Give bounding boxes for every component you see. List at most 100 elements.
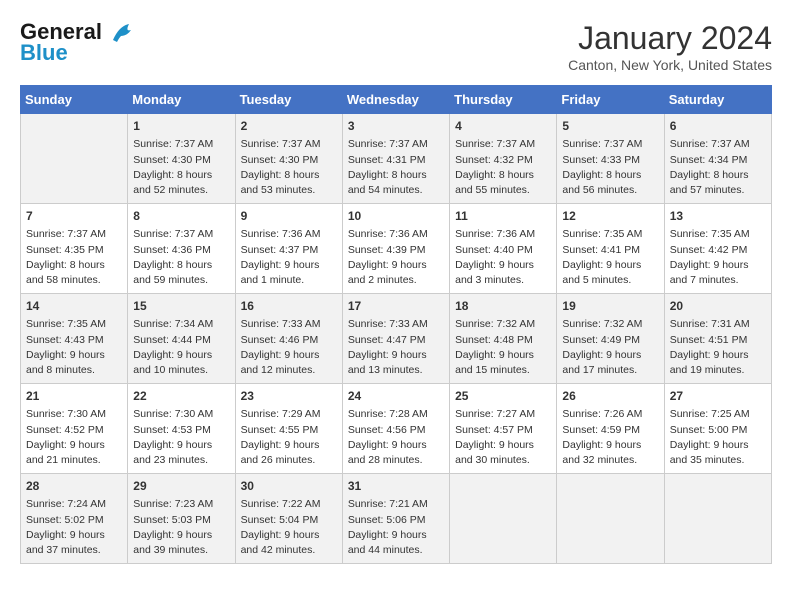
calendar-week-row: 1 Sunrise: 7:37 AM Sunset: 4:30 PM Daylig… (21, 114, 772, 204)
logo: General Blue (20, 20, 137, 66)
day-info: Sunrise: 7:21 AM Sunset: 5:06 PM Dayligh… (348, 497, 444, 558)
day-number: 26 (562, 388, 658, 405)
calendar-cell: 17 Sunrise: 7:33 AM Sunset: 4:47 PM Dayli… (342, 294, 449, 384)
day-info: Sunrise: 7:37 AM Sunset: 4:36 PM Dayligh… (133, 227, 229, 288)
day-info: Sunrise: 7:32 AM Sunset: 4:49 PM Dayligh… (562, 317, 658, 378)
calendar-cell: 10 Sunrise: 7:36 AM Sunset: 4:39 PM Dayli… (342, 204, 449, 294)
day-info: Sunrise: 7:33 AM Sunset: 4:47 PM Dayligh… (348, 317, 444, 378)
day-number: 14 (26, 298, 122, 315)
day-number: 1 (133, 118, 229, 135)
day-number: 6 (670, 118, 766, 135)
day-info: Sunrise: 7:34 AM Sunset: 4:44 PM Dayligh… (133, 317, 229, 378)
day-info: Sunrise: 7:37 AM Sunset: 4:34 PM Dayligh… (670, 137, 766, 198)
day-info: Sunrise: 7:24 AM Sunset: 5:02 PM Dayligh… (26, 497, 122, 558)
calendar-cell: 5 Sunrise: 7:37 AM Sunset: 4:33 PM Daylig… (557, 114, 664, 204)
calendar-cell: 13 Sunrise: 7:35 AM Sunset: 4:42 PM Dayli… (664, 204, 771, 294)
day-number: 18 (455, 298, 551, 315)
day-info: Sunrise: 7:30 AM Sunset: 4:53 PM Dayligh… (133, 407, 229, 468)
calendar-week-row: 21 Sunrise: 7:30 AM Sunset: 4:52 PM Dayli… (21, 384, 772, 474)
calendar-cell: 14 Sunrise: 7:35 AM Sunset: 4:43 PM Dayli… (21, 294, 128, 384)
day-info: Sunrise: 7:37 AM Sunset: 4:31 PM Dayligh… (348, 137, 444, 198)
weekday-header-saturday: Saturday (664, 86, 771, 114)
calendar-cell: 8 Sunrise: 7:37 AM Sunset: 4:36 PM Daylig… (128, 204, 235, 294)
day-number: 25 (455, 388, 551, 405)
day-info: Sunrise: 7:37 AM Sunset: 4:30 PM Dayligh… (133, 137, 229, 198)
calendar-cell: 29Sunrise: 7:23 AM Sunset: 5:03 PM Dayli… (128, 474, 235, 564)
calendar-cell: 28 Sunrise: 7:24 AM Sunset: 5:02 PM Dayli… (21, 474, 128, 564)
calendar-table: SundayMondayTuesdayWednesdayThursdayFrid… (20, 85, 772, 564)
day-number: 29 (133, 478, 229, 495)
calendar-cell: 20Sunrise: 7:31 AM Sunset: 4:51 PM Dayli… (664, 294, 771, 384)
weekday-header-row: SundayMondayTuesdayWednesdayThursdayFrid… (21, 86, 772, 114)
day-info: Sunrise: 7:35 AM Sunset: 4:42 PM Dayligh… (670, 227, 766, 288)
day-info: Sunrise: 7:35 AM Sunset: 4:41 PM Dayligh… (562, 227, 658, 288)
calendar-cell: 24Sunrise: 7:28 AM Sunset: 4:56 PM Dayli… (342, 384, 449, 474)
day-number: 23 (241, 388, 337, 405)
calendar-cell: 3Sunrise: 7:37 AM Sunset: 4:31 PM Daylig… (342, 114, 449, 204)
weekday-header-sunday: Sunday (21, 86, 128, 114)
day-info: Sunrise: 7:37 AM Sunset: 4:35 PM Dayligh… (26, 227, 122, 288)
calendar-cell: 31 Sunrise: 7:21 AM Sunset: 5:06 PM Dayli… (342, 474, 449, 564)
calendar-cell: 12 Sunrise: 7:35 AM Sunset: 4:41 PM Dayli… (557, 204, 664, 294)
calendar-cell: 15 Sunrise: 7:34 AM Sunset: 4:44 PM Dayli… (128, 294, 235, 384)
day-info: Sunrise: 7:37 AM Sunset: 4:30 PM Dayligh… (241, 137, 337, 198)
day-info: Sunrise: 7:37 AM Sunset: 4:33 PM Dayligh… (562, 137, 658, 198)
calendar-cell (21, 114, 128, 204)
calendar-subtitle: Canton, New York, United States (568, 57, 772, 73)
calendar-cell (450, 474, 557, 564)
calendar-week-row: 7 Sunrise: 7:37 AM Sunset: 4:35 PM Daylig… (21, 204, 772, 294)
day-info: Sunrise: 7:32 AM Sunset: 4:48 PM Dayligh… (455, 317, 551, 378)
weekday-header-friday: Friday (557, 86, 664, 114)
day-number: 8 (133, 208, 229, 225)
calendar-cell: 4Sunrise: 7:37 AM Sunset: 4:32 PM Daylig… (450, 114, 557, 204)
day-info: Sunrise: 7:36 AM Sunset: 4:37 PM Dayligh… (241, 227, 337, 288)
day-info: Sunrise: 7:27 AM Sunset: 4:57 PM Dayligh… (455, 407, 551, 468)
day-info: Sunrise: 7:26 AM Sunset: 4:59 PM Dayligh… (562, 407, 658, 468)
calendar-cell: 23Sunrise: 7:29 AM Sunset: 4:55 PM Dayli… (235, 384, 342, 474)
calendar-title: January 2024 (568, 20, 772, 57)
calendar-week-row: 28 Sunrise: 7:24 AM Sunset: 5:02 PM Dayli… (21, 474, 772, 564)
day-number: 24 (348, 388, 444, 405)
day-number: 5 (562, 118, 658, 135)
calendar-cell (557, 474, 664, 564)
day-number: 27 (670, 388, 766, 405)
day-info: Sunrise: 7:22 AM Sunset: 5:04 PM Dayligh… (241, 497, 337, 558)
day-number: 20 (670, 298, 766, 315)
calendar-cell: 11 Sunrise: 7:36 AM Sunset: 4:40 PM Dayli… (450, 204, 557, 294)
day-number: 16 (241, 298, 337, 315)
weekday-header-monday: Monday (128, 86, 235, 114)
calendar-cell: 30Sunrise: 7:22 AM Sunset: 5:04 PM Dayli… (235, 474, 342, 564)
day-number: 28 (26, 478, 122, 495)
day-number: 2 (241, 118, 337, 135)
day-number: 31 (348, 478, 444, 495)
day-info: Sunrise: 7:36 AM Sunset: 4:40 PM Dayligh… (455, 227, 551, 288)
calendar-cell: 2 Sunrise: 7:37 AM Sunset: 4:30 PM Daylig… (235, 114, 342, 204)
calendar-cell: 18 Sunrise: 7:32 AM Sunset: 4:48 PM Dayli… (450, 294, 557, 384)
day-number: 21 (26, 388, 122, 405)
day-info: Sunrise: 7:30 AM Sunset: 4:52 PM Dayligh… (26, 407, 122, 468)
day-info: Sunrise: 7:33 AM Sunset: 4:46 PM Dayligh… (241, 317, 337, 378)
day-number: 10 (348, 208, 444, 225)
calendar-cell: 26 Sunrise: 7:26 AM Sunset: 4:59 PM Dayli… (557, 384, 664, 474)
day-info: Sunrise: 7:35 AM Sunset: 4:43 PM Dayligh… (26, 317, 122, 378)
day-number: 17 (348, 298, 444, 315)
day-number: 7 (26, 208, 122, 225)
day-info: Sunrise: 7:36 AM Sunset: 4:39 PM Dayligh… (348, 227, 444, 288)
day-info: Sunrise: 7:37 AM Sunset: 4:32 PM Dayligh… (455, 137, 551, 198)
title-block: January 2024 Canton, New York, United St… (568, 20, 772, 73)
day-number: 13 (670, 208, 766, 225)
day-number: 11 (455, 208, 551, 225)
calendar-cell: 25 Sunrise: 7:27 AM Sunset: 4:57 PM Dayli… (450, 384, 557, 474)
calendar-cell: 6 Sunrise: 7:37 AM Sunset: 4:34 PM Daylig… (664, 114, 771, 204)
calendar-cell: 27 Sunrise: 7:25 AM Sunset: 5:00 PM Dayli… (664, 384, 771, 474)
logo-bird-icon (111, 22, 137, 44)
day-number: 12 (562, 208, 658, 225)
calendar-cell: 7 Sunrise: 7:37 AM Sunset: 4:35 PM Daylig… (21, 204, 128, 294)
day-number: 15 (133, 298, 229, 315)
day-number: 22 (133, 388, 229, 405)
weekday-header-wednesday: Wednesday (342, 86, 449, 114)
calendar-week-row: 14 Sunrise: 7:35 AM Sunset: 4:43 PM Dayli… (21, 294, 772, 384)
calendar-cell: 9Sunrise: 7:36 AM Sunset: 4:37 PM Daylig… (235, 204, 342, 294)
day-info: Sunrise: 7:25 AM Sunset: 5:00 PM Dayligh… (670, 407, 766, 468)
calendar-cell (664, 474, 771, 564)
